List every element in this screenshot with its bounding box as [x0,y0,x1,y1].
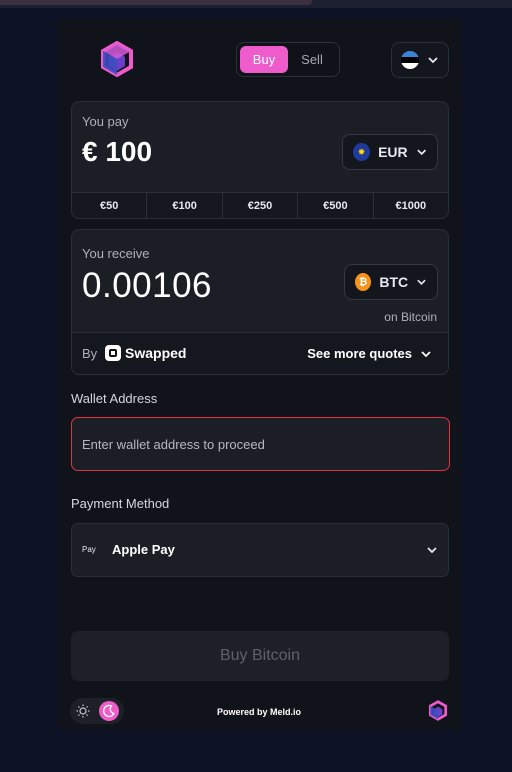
pay-amount-input[interactable]: € 100 [82,136,152,168]
preset-500[interactable]: €500 [298,193,374,218]
provider-prefix: By [82,346,98,361]
sun-icon[interactable] [73,701,93,721]
pay-currency-selector[interactable]: ✸ EUR [342,134,438,170]
wallet-address-input[interactable] [71,417,450,471]
pay-card: You pay € 100 ✸ EUR €50 €100 €250 €500 €… [71,101,449,219]
pay-label: You pay [82,114,129,129]
chevron-down-icon [427,547,437,554]
bitcoin-icon: ₿ [355,273,372,291]
tab-buy[interactable]: Buy [240,46,288,73]
network-label: on Bitcoin [384,310,437,324]
receive-card: You receive 0.00106 ₿ BTC on Bitcoin By … [71,229,449,375]
payment-method-label: Payment Method [71,496,170,511]
see-more-quotes-button[interactable]: See more quotes [307,346,432,361]
apple-pay-icon-text: Pay [82,545,96,554]
provider-name: Swapped [125,345,187,361]
chevron-down-icon [428,57,438,64]
meld-small-logo-icon [428,700,448,721]
provider-row: By Swapped See more quotes [72,332,448,374]
browser-top-strip [0,0,512,8]
receive-amount: 0.00106 [82,266,213,305]
apple-pay-icon: Pay [82,544,96,554]
preset-250[interactable]: €250 [223,193,299,218]
buy-bitcoin-button[interactable]: Buy Bitcoin [71,631,449,681]
powered-by-label: Powered by Meld.io [217,707,302,717]
receive-currency-selector[interactable]: ₿ BTC [344,264,438,300]
tab-sell[interactable]: Sell [288,46,336,73]
eu-flag-icon: ✸ [353,143,371,161]
onramp-widget: Buy Sell You pay € 100 ✸ EUR €50 €100 €2… [57,18,462,730]
theme-toggle[interactable] [70,698,124,724]
swapped-logo-icon [105,345,121,361]
chevron-down-icon [417,279,426,285]
receive-label: You receive [82,246,150,261]
buy-sell-toggle: Buy Sell [236,42,340,77]
chevron-down-icon [416,149,426,156]
chevron-down-icon [421,350,431,357]
payment-method-selector[interactable]: Pay Apple Pay [71,523,449,577]
amount-presets: €50 €100 €250 €500 €1000 [72,192,448,218]
browser-tab [0,0,312,5]
payment-method-name: Apple Pay [112,542,175,557]
estonia-flag-icon [401,51,419,69]
receive-currency-code: BTC [379,274,409,290]
preset-100[interactable]: €100 [147,193,223,218]
meld-logo-icon [101,40,133,78]
moon-icon[interactable] [99,701,119,721]
pay-currency-code: EUR [378,144,408,160]
wallet-address-label: Wallet Address [71,391,158,406]
see-more-quotes-label: See more quotes [307,346,412,361]
preset-50[interactable]: €50 [72,193,148,218]
preset-1000[interactable]: €1000 [374,193,448,218]
language-selector[interactable] [391,42,449,78]
